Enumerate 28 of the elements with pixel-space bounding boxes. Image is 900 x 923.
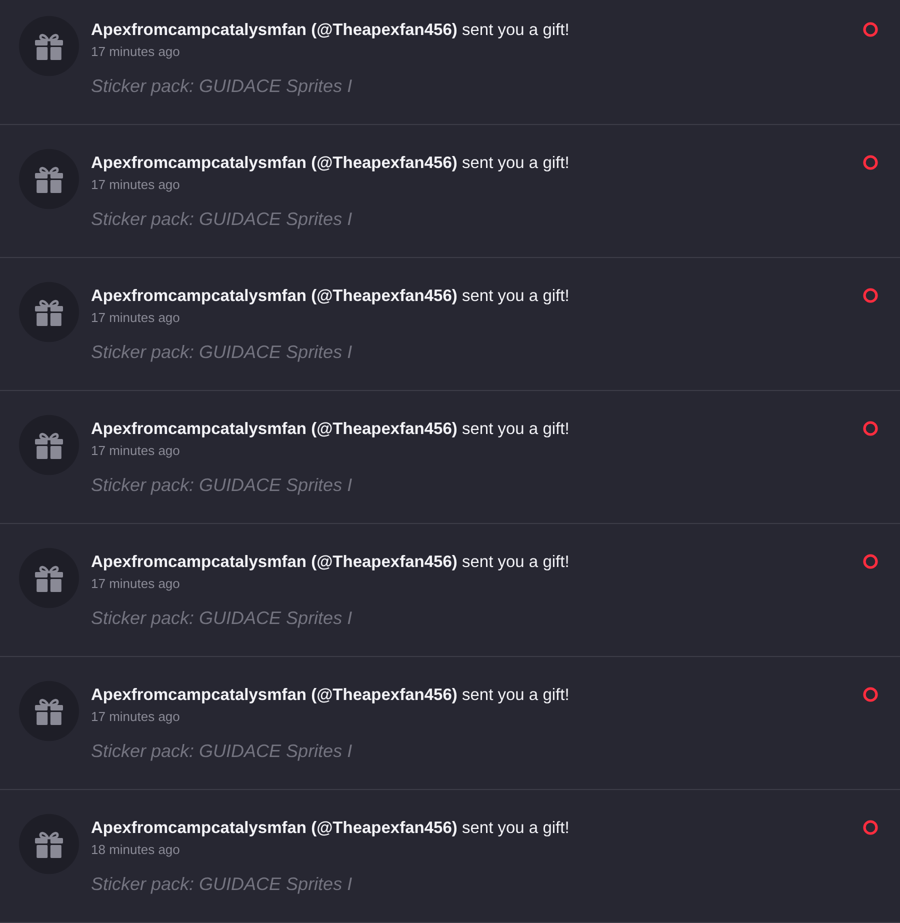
notification-item[interactable]: Apexfromcampcatalysmfan (@Theapexfan456) sent you a gift! 17 minutes ago Sticker pack: GUIDACE Sprites I — [0, 258, 900, 391]
notification-time: 17 minutes ago — [91, 176, 181, 194]
notification-title: Apexfromcampcatalysmfan (@Theapexfan456) sent you a gift! — [91, 818, 570, 839]
notification-title: Apexfromcampcatalysmfan (@Theapexfan456) sent you a gift! — [91, 552, 570, 573]
notification-time: 18 minutes ago — [91, 841, 181, 859]
notification-time: 17 minutes ago — [91, 43, 181, 61]
notification-title: Apexfromcampcatalysmfan (@Theapexfan456) sent you a gift! — [91, 153, 570, 174]
notification-item[interactable]: Apexfromcampcatalysmfan (@Theapexfan456) sent you a gift! 17 minutes ago Sticker pack: GUIDACE Sprites I — [0, 391, 900, 524]
notification-title: Apexfromcampcatalysmfan (@Theapexfan456) sent you a gift! — [91, 419, 570, 440]
notification-detail: Sticker pack: GUIDACE Sprites I — [91, 740, 354, 763]
notification-time: 17 minutes ago — [91, 442, 181, 460]
notification-item[interactable]: Apexfromcampcatalysmfan (@Theapexfan456) sent you a gift! 17 minutes ago Sticker pack: GUIDACE Sprites I — [0, 0, 900, 125]
notification-detail: Sticker pack: GUIDACE Sprites I — [91, 873, 354, 896]
notification-item[interactable]: Apexfromcampcatalysmfan (@Theapexfan456) sent you a gift! 17 minutes ago Sticker pack: GUIDACE Sprites I — [0, 125, 900, 258]
notification-time: 17 minutes ago — [91, 575, 181, 593]
notification-detail: Sticker pack: GUIDACE Sprites I — [91, 75, 354, 98]
notification-item[interactable]: Apexfromcampcatalysmfan (@Theapexfan456) sent you a gift! 17 minutes ago Sticker pack: GUIDACE Sprites I — [0, 657, 900, 790]
notification-title: Apexfromcampcatalysmfan (@Theapexfan456) sent you a gift! — [91, 20, 570, 41]
notification-detail: Sticker pack: GUIDACE Sprites I — [91, 474, 354, 497]
notification-time: 17 minutes ago — [91, 708, 181, 726]
notification-detail: Sticker pack: GUIDACE Sprites I — [91, 208, 354, 231]
notification-detail: Sticker pack: GUIDACE Sprites I — [91, 607, 354, 630]
notification-item[interactable]: Apexfromcampcatalysmfan (@Theapexfan456) sent you a gift! 17 minutes ago Sticker pack: GUIDACE Sprites I — [0, 524, 900, 657]
notification-detail: Sticker pack: GUIDACE Sprites I — [91, 341, 354, 364]
notification-title: Apexfromcampcatalysmfan (@Theapexfan456) sent you a gift! — [91, 685, 570, 706]
notification-time: 17 minutes ago — [91, 309, 181, 327]
notification-title: Apexfromcampcatalysmfan (@Theapexfan456) sent you a gift! — [91, 286, 570, 307]
notification-item[interactable]: Apexfromcampcatalysmfan (@Theapexfan456) sent you a gift! 18 minutes ago Sticker pack: GUIDACE Sprites I — [0, 790, 900, 923]
